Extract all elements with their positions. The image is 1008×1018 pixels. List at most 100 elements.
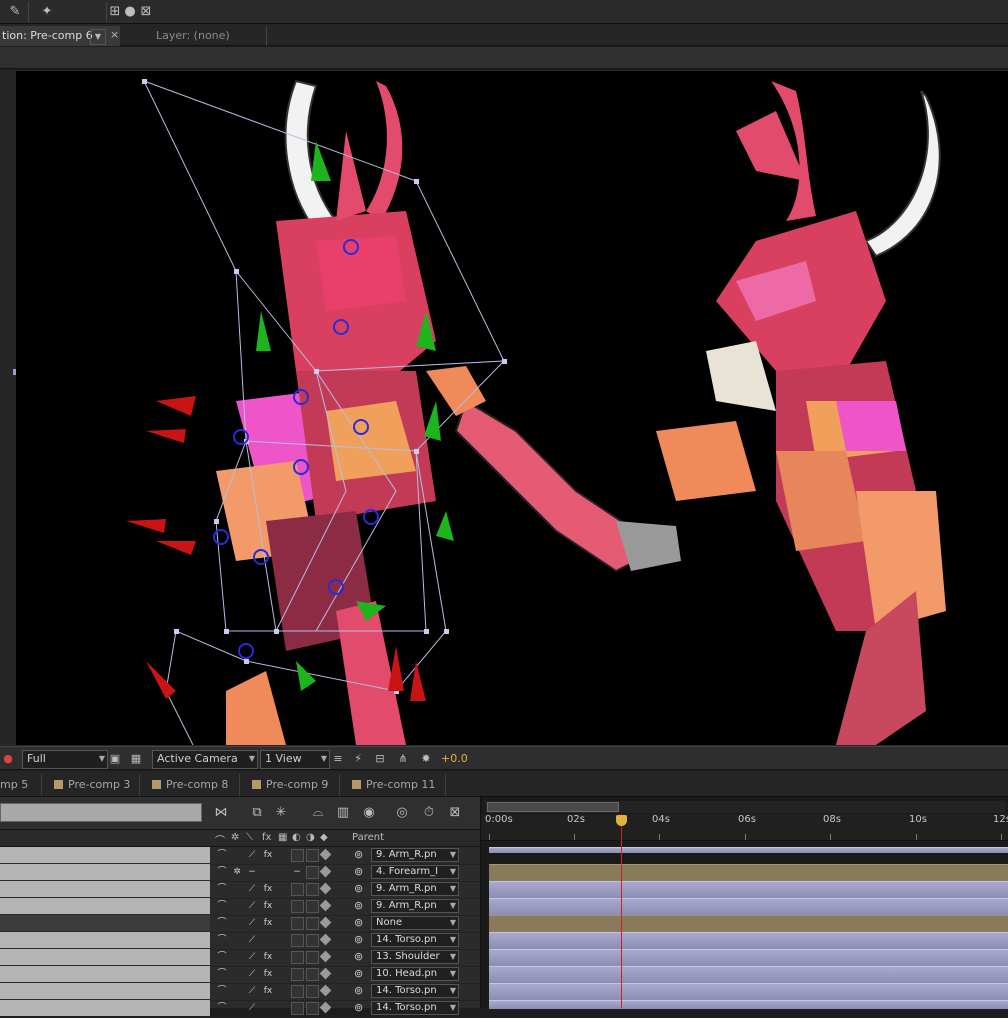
frame-blend-checkbox[interactable] (291, 917, 304, 930)
hide-shy-layers-icon[interactable]: ✳ (272, 804, 290, 822)
layer-name-cell[interactable] (0, 949, 210, 965)
draft-3d-icon[interactable]: ⧉ (248, 804, 266, 822)
parent-select[interactable]: 9. Arm_R.pn ▼ (371, 899, 459, 913)
quality-switch-icon[interactable]: ⟋ (246, 951, 258, 963)
motion-blur-checkbox[interactable] (306, 900, 319, 913)
3d-cube-icon[interactable] (319, 916, 332, 929)
timeline-tab[interactable]: mp 5 (0, 774, 42, 796)
layer-duration-bar[interactable] (489, 932, 1008, 949)
effect-switch-icon[interactable]: fx (262, 951, 274, 963)
layer-name-cell[interactable] (0, 847, 210, 863)
parent-select[interactable]: 14. Torso.pn ▼ (371, 984, 459, 998)
timeline-tab[interactable]: Pre-comp 9 (242, 774, 340, 796)
timeline-icon[interactable]: ⊟ (372, 751, 388, 767)
shy-switch-icon[interactable]: ⌒ (216, 866, 228, 878)
shy-switch-icon[interactable]: ⌒ (216, 883, 228, 895)
timeline-tab[interactable]: Pre-comp 11 (342, 774, 446, 796)
effect-switch-icon[interactable]: fx (262, 849, 274, 861)
parent-select[interactable]: 14. Torso.pn ▼ (371, 933, 459, 947)
frame-blending-icon[interactable]: ⌓ (309, 804, 327, 822)
current-time-indicator[interactable] (621, 814, 622, 1008)
layer-row[interactable]: ⌒ ⟋ ⊚ 14. Torso.pn ▼ (0, 932, 480, 950)
layer-duration-bar[interactable] (489, 864, 1008, 881)
layer-duration-bar[interactable] (489, 915, 1008, 932)
layer-name-cell[interactable] (0, 1000, 210, 1016)
quality-switch-icon[interactable]: ⟋ (246, 934, 258, 946)
layer-duration-bar[interactable] (489, 966, 1008, 983)
time-navigator-range[interactable] (487, 802, 619, 812)
quality-switch-icon[interactable]: ⟋ (246, 985, 258, 997)
region-of-interest-icon[interactable]: ▣ (107, 751, 123, 767)
pick-whip-icon[interactable]: ⊚ (354, 899, 363, 912)
3d-cube-icon[interactable] (319, 848, 332, 861)
motion-blur-checkbox[interactable] (306, 951, 319, 964)
shy-switch-icon[interactable]: ⌒ (216, 849, 228, 861)
motion-blur-checkbox[interactable] (306, 985, 319, 998)
quality-switch-icon[interactable]: ⟋ (246, 917, 258, 929)
frame-blend-checkbox[interactable] (291, 934, 304, 947)
3d-cube-icon[interactable] (319, 967, 332, 980)
layer-name-cell[interactable] (0, 864, 210, 880)
motion-blur-checkbox[interactable] (306, 866, 319, 879)
parent-select[interactable]: 14. Torso.pn ▼ (371, 1001, 459, 1015)
layer-row[interactable]: ⌒ ✲ − − ⊚ 4. Forearm_I ▼ (0, 864, 480, 882)
frame-blend-switch-icon[interactable]: − (291, 866, 303, 878)
3d-cube-icon[interactable] (319, 933, 332, 946)
layer-row[interactable]: ⌒ ⟋ fx ⊚ 9. Arm_R.pn ▼ (0, 898, 480, 916)
layer-search-input[interactable] (0, 803, 202, 822)
adjustment-column-icon[interactable]: ◑ (306, 832, 315, 843)
shy-switch-icon[interactable]: ⌒ (216, 968, 228, 980)
layer-duration-bar[interactable] (489, 983, 1008, 1000)
pick-whip-icon[interactable]: ⊚ (354, 950, 363, 963)
motion-blur-checkbox[interactable] (306, 849, 319, 862)
quality-column-icon[interactable]: ⟍ (246, 832, 253, 843)
3d-cube-icon[interactable] (319, 865, 332, 878)
brainstorm-icon[interactable]: ◉ (360, 804, 378, 822)
effect-switch-icon[interactable]: fx (262, 883, 274, 895)
frame-blend-checkbox[interactable] (291, 900, 304, 913)
current-time-indicator-handle[interactable] (616, 815, 627, 826)
effect-switch-icon[interactable]: fx (262, 968, 274, 980)
shy-switch-icon[interactable]: ⌒ (216, 985, 228, 997)
collapse-column-icon[interactable]: ✲ (231, 832, 239, 843)
transparency-grid-icon[interactable]: ▦ (128, 751, 144, 767)
flowchart-icon[interactable]: ⋔ (395, 751, 411, 767)
3d-cube-icon[interactable] (319, 882, 332, 895)
layer-row[interactable]: ⌒ ⟋ fx ⊚ 9. Arm_R.pn ▼ (0, 847, 480, 865)
effects-column-icon[interactable]: fx (262, 832, 271, 843)
layer-row-selected[interactable]: ⌒ ⟋ fx ⊚ None ▼ (0, 915, 480, 933)
shy-column-icon[interactable]: ⌒ (215, 832, 225, 847)
time-ruler[interactable]: 0:00s 02s 04s 06s 08s 10s 12s (481, 814, 1008, 841)
3d-cube-icon[interactable] (319, 950, 332, 963)
frame-blend-checkbox[interactable] (291, 883, 304, 896)
motion-blur-checkbox[interactable] (306, 968, 319, 981)
frame-blend-column-icon[interactable]: ▦ (278, 832, 287, 843)
brush-tool-icon[interactable]: ✎ (6, 3, 24, 21)
layer-name-cell[interactable] (0, 915, 210, 931)
motion-blur-column-icon[interactable]: ◐ (292, 832, 301, 843)
channel-color-icon[interactable]: ● (0, 751, 16, 767)
fast-previews-icon[interactable]: ⚡ (350, 751, 366, 767)
resolution-select[interactable]: Full ▼ (22, 750, 108, 769)
layer-duration-bar[interactable] (489, 881, 1008, 898)
effect-switch-icon[interactable]: fx (262, 900, 274, 912)
motion-blur-icon[interactable]: ▥ (334, 804, 352, 822)
puppet-pin-tool-icon[interactable]: ✦ (38, 3, 56, 21)
effect-switch-icon[interactable]: fx (262, 917, 274, 929)
motion-blur-checkbox[interactable] (306, 917, 319, 930)
parent-select[interactable]: 9. Arm_R.pn ▼ (371, 882, 459, 896)
layer-name-cell[interactable] (0, 932, 210, 948)
auto-keyframe-icon[interactable]: ◎ (393, 804, 411, 822)
parent-select[interactable]: None ▼ (371, 916, 459, 930)
layer-row[interactable]: ⌒ ⟋ fx ⊚ 14. Torso.pn ▼ (0, 983, 480, 1001)
frame-blend-checkbox[interactable] (291, 849, 304, 862)
motion-blur-checkbox[interactable] (306, 934, 319, 947)
pick-whip-icon[interactable]: ⊚ (354, 848, 363, 861)
composition-panel-tab[interactable]: tion: Pre-comp 6 ▼ × (0, 26, 120, 46)
layer-name-cell[interactable] (0, 898, 210, 914)
toggle-pixel-aspect-icon[interactable]: ≡ (330, 751, 346, 767)
composition-mini-flowchart-icon[interactable]: ⋈ (212, 804, 230, 822)
reset-exposure-icon[interactable]: ✸ (418, 751, 434, 767)
pick-whip-icon[interactable]: ⊚ (354, 865, 363, 878)
camera-view-select[interactable]: Active Camera ▼ (152, 750, 258, 769)
